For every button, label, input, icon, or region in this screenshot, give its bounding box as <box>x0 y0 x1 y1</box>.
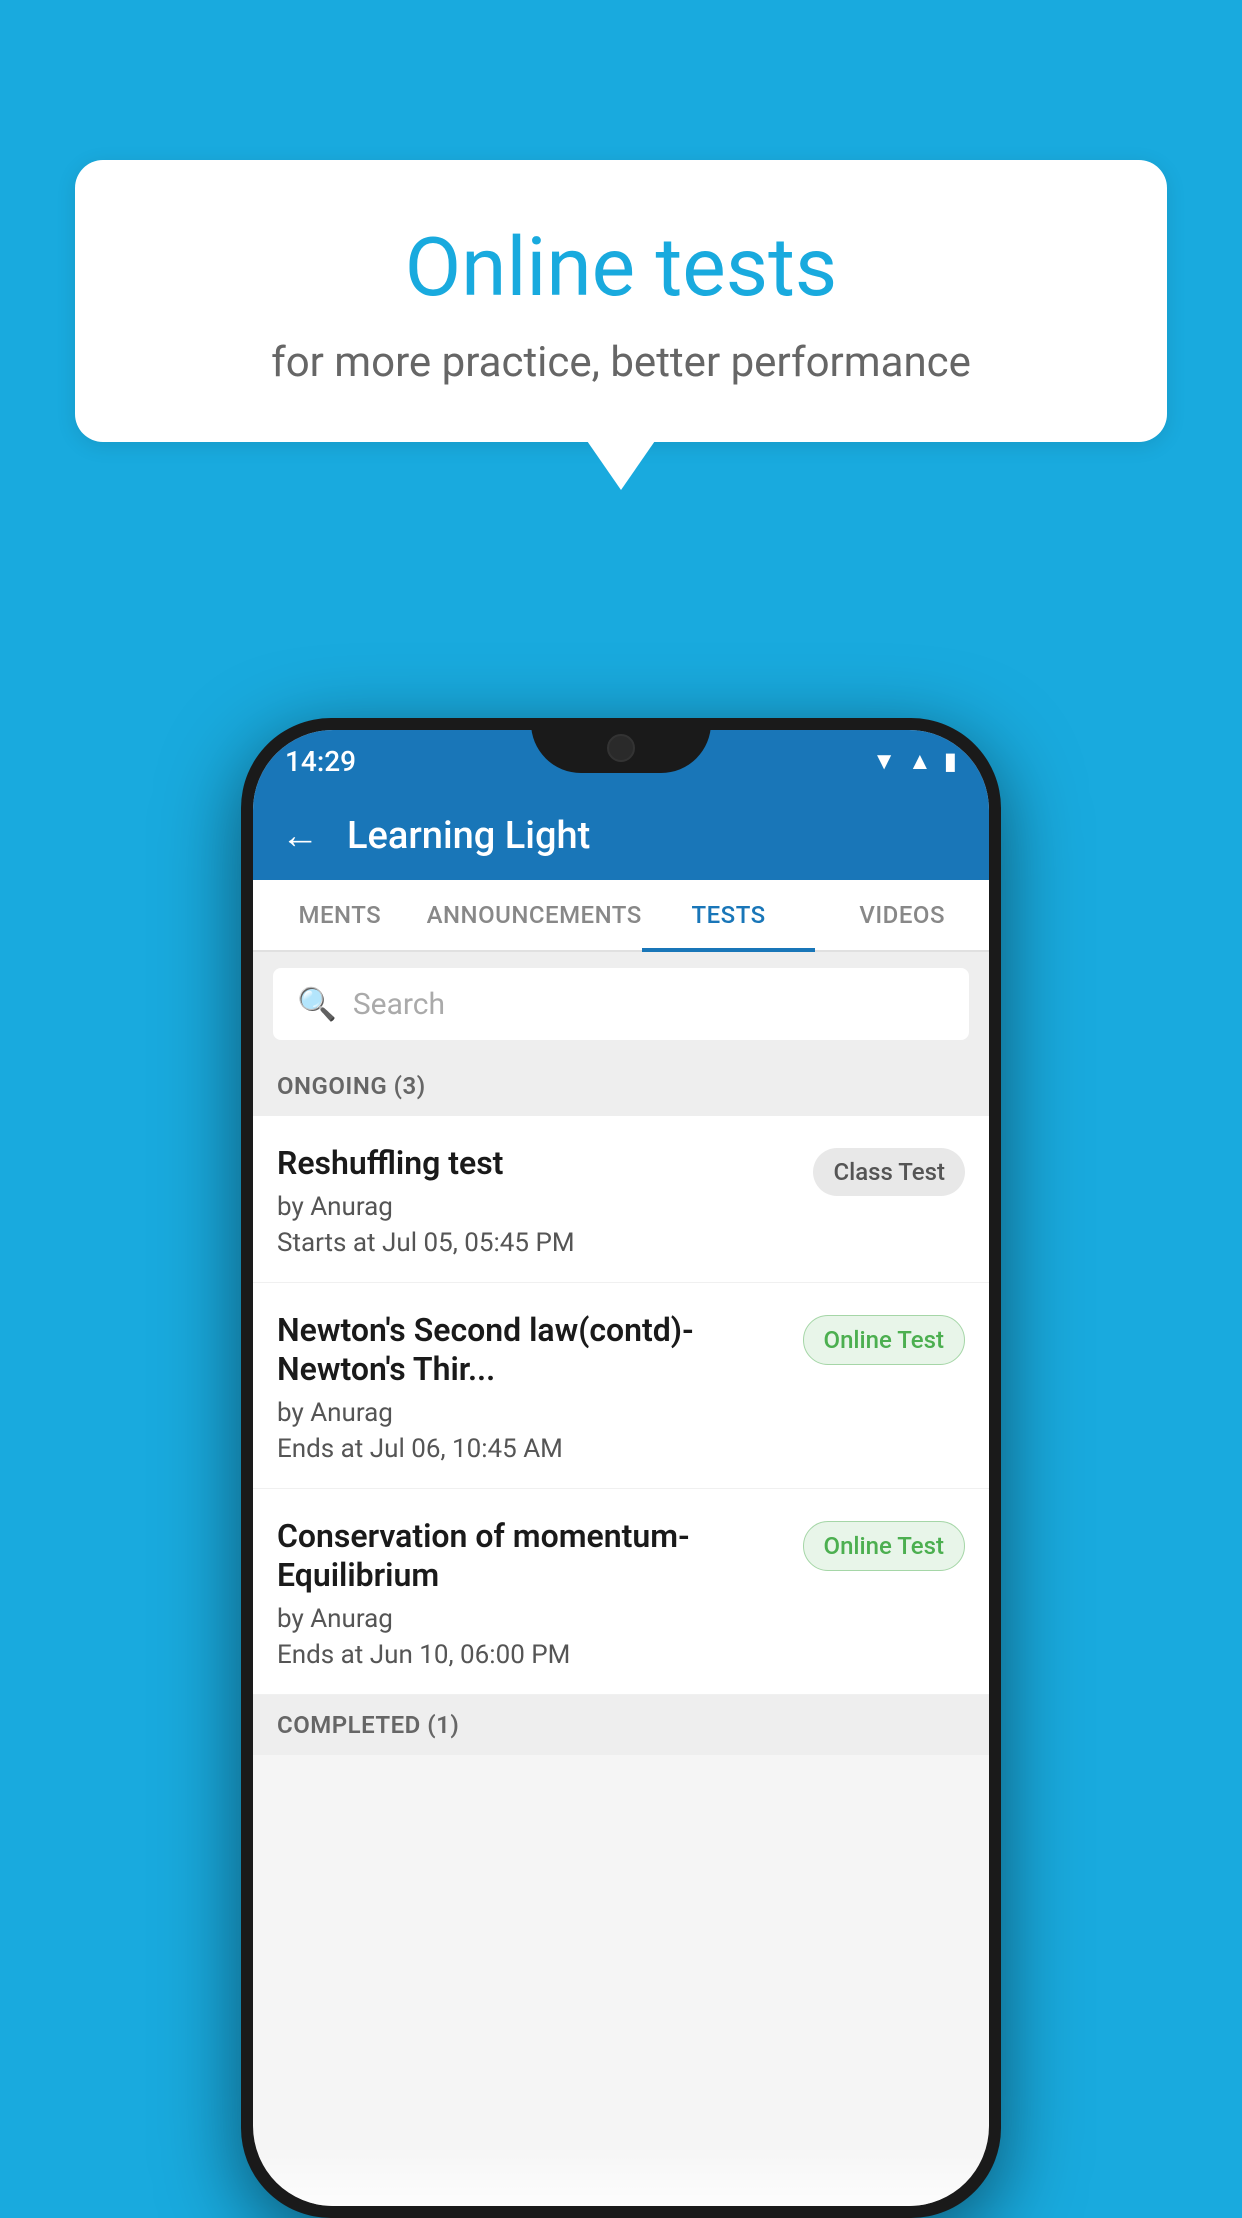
test-info: Reshuffling test by Anurag Starts at Jul… <box>277 1144 813 1258</box>
phone-mockup: 14:29 ▼ ▲ ▮ ← Learning Light MENTS ANNOU… <box>241 718 1001 2218</box>
test-title: Newton's Second law(contd)-Newton's Thir… <box>277 1311 787 1388</box>
test-item[interactable]: Conservation of momentum-Equilibrium by … <box>253 1489 989 1695</box>
test-author: by Anurag <box>277 1192 797 1222</box>
test-author: by Anurag <box>277 1398 787 1428</box>
tab-announcements[interactable]: ANNOUNCEMENTS <box>427 880 642 950</box>
back-button[interactable]: ← <box>281 814 319 858</box>
phone-screen: 14:29 ▼ ▲ ▮ ← Learning Light MENTS ANNOU… <box>253 730 989 2206</box>
search-placeholder: Search <box>353 987 445 1022</box>
status-icons: ▼ ▲ ▮ <box>872 747 957 776</box>
battery-icon: ▮ <box>944 747 957 775</box>
bottom-fade <box>253 2146 989 2206</box>
camera-icon <box>607 734 635 762</box>
bubble-title: Online tests <box>125 220 1117 316</box>
test-time: Starts at Jul 05, 05:45 PM <box>277 1228 797 1258</box>
app-bar-title: Learning Light <box>347 814 590 858</box>
completed-section-header: COMPLETED (1) <box>253 1695 989 1755</box>
search-bar[interactable]: 🔍 Search <box>273 968 969 1040</box>
phone-notch <box>531 718 711 773</box>
app-bar: ← Learning Light <box>253 792 989 880</box>
wifi-icon: ▼ <box>872 747 896 776</box>
test-badge-online: Online Test <box>803 1521 965 1571</box>
test-item[interactable]: Newton's Second law(contd)-Newton's Thir… <box>253 1283 989 1489</box>
test-info: Newton's Second law(contd)-Newton's Thir… <box>277 1311 803 1464</box>
tab-tests[interactable]: TESTS <box>642 880 816 950</box>
search-container: 🔍 Search <box>253 952 989 1056</box>
test-item[interactable]: Reshuffling test by Anurag Starts at Jul… <box>253 1116 989 1283</box>
bubble-subtitle: for more practice, better performance <box>125 338 1117 387</box>
signal-icon: ▲ <box>908 747 932 776</box>
test-badge-online: Online Test <box>803 1315 965 1365</box>
speech-bubble: Online tests for more practice, better p… <box>75 160 1167 442</box>
tab-ments[interactable]: MENTS <box>253 880 427 950</box>
test-title: Reshuffling test <box>277 1144 797 1182</box>
status-time: 14:29 <box>285 745 356 778</box>
tabs-bar: MENTS ANNOUNCEMENTS TESTS VIDEOS <box>253 880 989 952</box>
test-time: Ends at Jul 06, 10:45 AM <box>277 1434 787 1464</box>
test-badge-class: Class Test <box>813 1148 965 1196</box>
phone-shell: 14:29 ▼ ▲ ▮ ← Learning Light MENTS ANNOU… <box>241 718 1001 2218</box>
test-list: Reshuffling test by Anurag Starts at Jul… <box>253 1116 989 1695</box>
test-info: Conservation of momentum-Equilibrium by … <box>277 1517 803 1670</box>
test-title: Conservation of momentum-Equilibrium <box>277 1517 787 1594</box>
test-time: Ends at Jun 10, 06:00 PM <box>277 1640 787 1670</box>
ongoing-section-header: ONGOING (3) <box>253 1056 989 1116</box>
search-icon: 🔍 <box>297 985 337 1023</box>
test-author: by Anurag <box>277 1604 787 1634</box>
tab-videos[interactable]: VIDEOS <box>815 880 989 950</box>
